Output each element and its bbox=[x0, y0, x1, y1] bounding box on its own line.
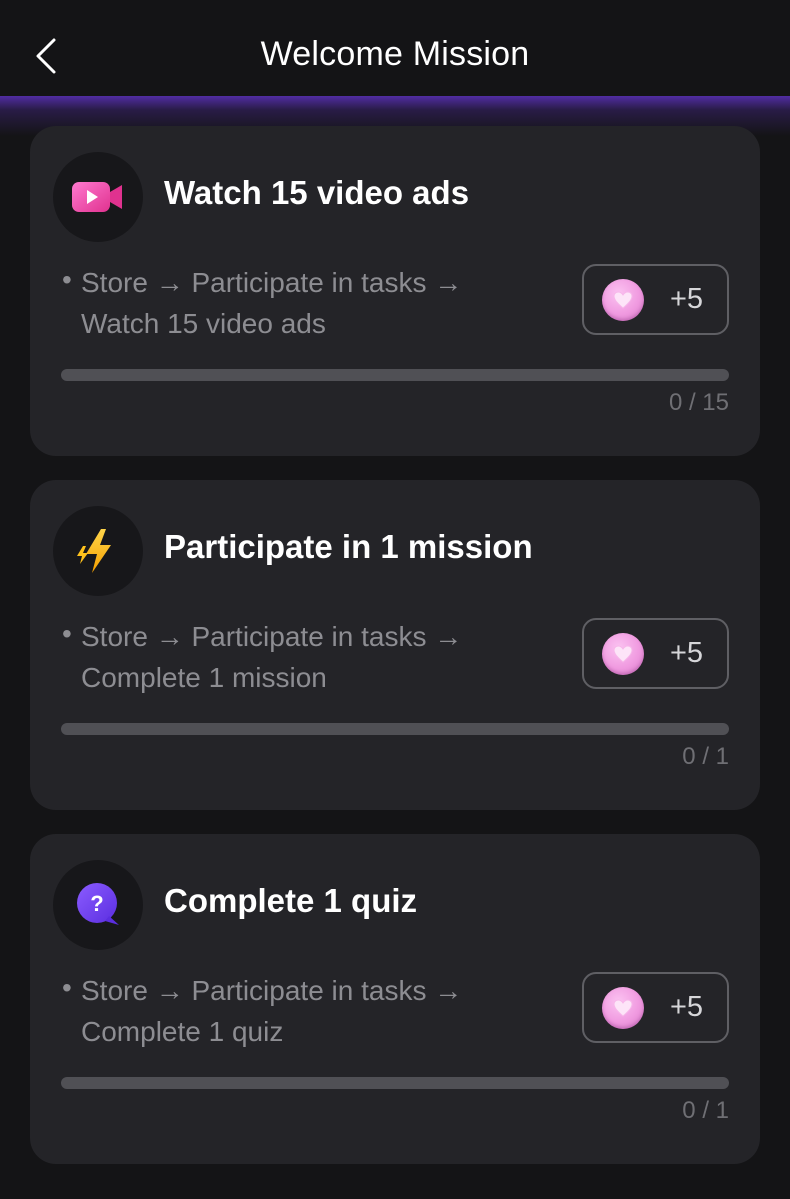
header-bar: Welcome Mission bbox=[0, 0, 790, 100]
reward-badge[interactable]: +5 bbox=[582, 618, 729, 689]
mission-title: Watch 15 video ads bbox=[164, 174, 470, 211]
bullet-dot: • bbox=[62, 618, 72, 649]
chevron-left-icon bbox=[36, 38, 56, 74]
description-line: Store → Participate in tasks → bbox=[81, 975, 463, 1006]
reward-badge[interactable]: +5 bbox=[582, 972, 729, 1043]
mission-list: Watch 15 video ads • Store → Participate… bbox=[30, 126, 760, 1188]
description-line: Complete 1 quiz bbox=[81, 1016, 284, 1047]
svg-text:?: ? bbox=[90, 891, 103, 916]
mission-title: Complete 1 quiz bbox=[164, 882, 418, 919]
mission-icon-container bbox=[53, 506, 143, 596]
question-bubble-icon: ? bbox=[77, 883, 119, 925]
heart-coin-icon bbox=[602, 986, 644, 1029]
mission-description: Store → Participate in tasks → Watch 15 … bbox=[81, 262, 521, 344]
progress-bar bbox=[61, 1077, 729, 1089]
heart-coin-icon bbox=[602, 632, 644, 675]
reward-value: +5 bbox=[670, 637, 704, 669]
progress-bar bbox=[61, 369, 729, 381]
lightning-icon bbox=[77, 529, 111, 573]
page-title: Welcome Mission bbox=[260, 34, 530, 73]
description-line: Store → Participate in tasks → bbox=[81, 621, 463, 652]
bullet-dot: • bbox=[62, 972, 72, 1003]
description-line: Watch 15 video ads bbox=[81, 308, 326, 339]
progress-bar bbox=[61, 723, 729, 735]
mission-card[interactable]: Watch 15 video ads • Store → Participate… bbox=[30, 126, 760, 456]
reward-badge[interactable]: +5 bbox=[582, 264, 729, 335]
mission-description: Store → Participate in tasks → Complete … bbox=[81, 970, 521, 1052]
progress-count: 0 / 15 bbox=[668, 389, 729, 416]
video-camera-icon bbox=[72, 182, 122, 212]
mission-card[interactable]: ? Complete 1 quiz • Store → Participate … bbox=[30, 834, 760, 1164]
reward-value: +5 bbox=[670, 283, 704, 315]
description-line: Store → Participate in tasks → bbox=[81, 267, 463, 298]
description-line: Complete 1 mission bbox=[81, 662, 327, 693]
progress-count: 0 / 1 bbox=[682, 1097, 729, 1124]
back-button[interactable] bbox=[28, 34, 64, 78]
mission-card[interactable]: Participate in 1 mission • Store → Parti… bbox=[30, 480, 760, 810]
bullet-dot: • bbox=[62, 264, 72, 295]
mission-description: Store → Participate in tasks → Complete … bbox=[81, 616, 521, 698]
reward-value: +5 bbox=[670, 991, 704, 1023]
mission-title: Participate in 1 mission bbox=[164, 528, 533, 565]
mission-icon-container bbox=[53, 152, 143, 242]
heart-coin-icon bbox=[602, 278, 644, 321]
mission-icon-container: ? bbox=[53, 860, 143, 950]
progress-count: 0 / 1 bbox=[682, 743, 729, 770]
